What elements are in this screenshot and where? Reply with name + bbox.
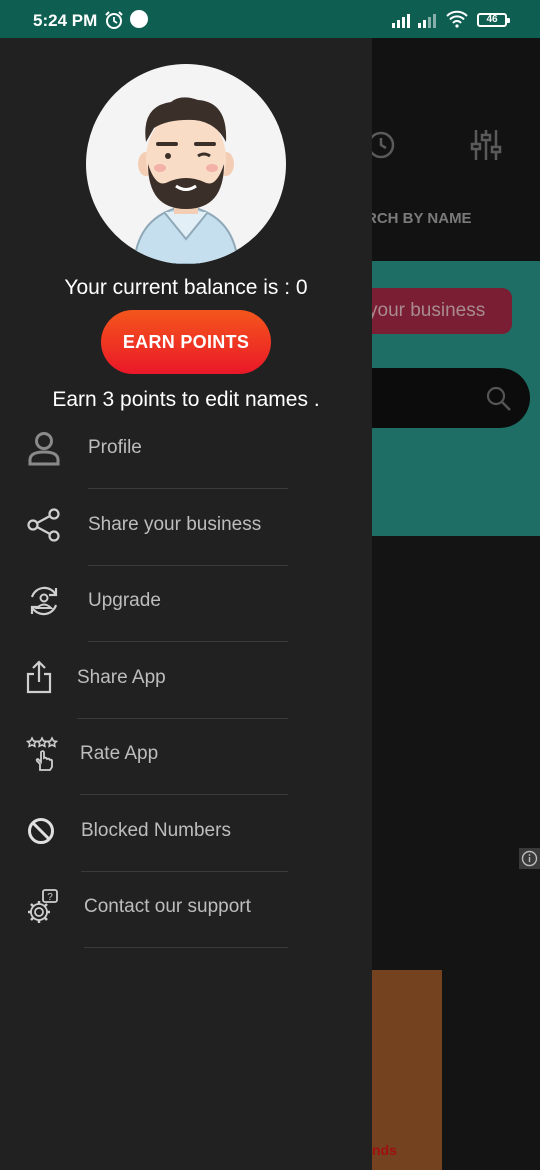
ad-banner[interactable] — [372, 970, 442, 1170]
svg-text:?: ? — [47, 892, 53, 903]
export-icon — [26, 660, 52, 694]
support-icon: ? — [28, 889, 58, 923]
menu-label-rate-app: Rate App — [80, 743, 159, 764]
wifi-icon — [446, 10, 468, 28]
share-icon — [27, 508, 60, 542]
earn-info-text: Earn 3 points to edit names . — [52, 388, 320, 411]
divider — [88, 488, 288, 489]
menu-item-contact-support[interactable]: ? Contact our support — [0, 872, 372, 948]
tab-search-by-name[interactable]: RCH BY NAME — [366, 210, 472, 227]
status-time: 5:24 PM — [33, 11, 98, 30]
menu-label-profile: Profile — [88, 437, 142, 458]
menu-label-share-business: Share your business — [88, 514, 262, 535]
menu-item-share-app[interactable]: Share App — [0, 643, 372, 719]
balance-text: Your current balance is : 0 — [64, 276, 308, 299]
menu-item-rate-app[interactable]: Rate App — [0, 719, 372, 795]
alarm-icon — [105, 11, 123, 29]
upgrade-icon — [30, 586, 58, 616]
person-icon — [28, 432, 60, 466]
divider — [88, 641, 288, 642]
signal-icon — [418, 14, 436, 28]
menu-label-share-app: Share App — [77, 667, 166, 688]
earn-points-button[interactable]: EARN POINTS — [101, 310, 271, 374]
status-bar: 5:24 PM 46 — [0, 0, 540, 38]
menu-item-share-business[interactable]: Share your business — [0, 490, 372, 566]
search-icon[interactable] — [486, 386, 512, 412]
vpn-icon — [130, 10, 148, 28]
menu-label-blocked-numbers: Blocked Numbers — [81, 820, 231, 841]
menu-item-profile[interactable]: Profile — [0, 413, 372, 489]
signal-icon — [392, 14, 410, 28]
menu-label-contact-support: Contact our support — [84, 896, 251, 917]
avatar[interactable] — [86, 64, 286, 264]
battery-icon: 46 — [477, 13, 510, 27]
navigation-drawer: Your current balance is : 0 EARN POINTS … — [0, 38, 372, 1170]
filter-icon[interactable] — [470, 128, 502, 162]
divider — [80, 794, 288, 795]
menu-label-upgrade: Upgrade — [88, 590, 161, 611]
ad-info-icon[interactable] — [519, 848, 540, 869]
block-icon — [28, 818, 54, 844]
divider — [84, 947, 288, 948]
ad-text: nds — [372, 1142, 397, 1158]
rate-icon — [26, 736, 59, 771]
menu-item-upgrade[interactable]: Upgrade — [0, 566, 372, 642]
menu-item-blocked-numbers[interactable]: Blocked Numbers — [0, 796, 372, 872]
